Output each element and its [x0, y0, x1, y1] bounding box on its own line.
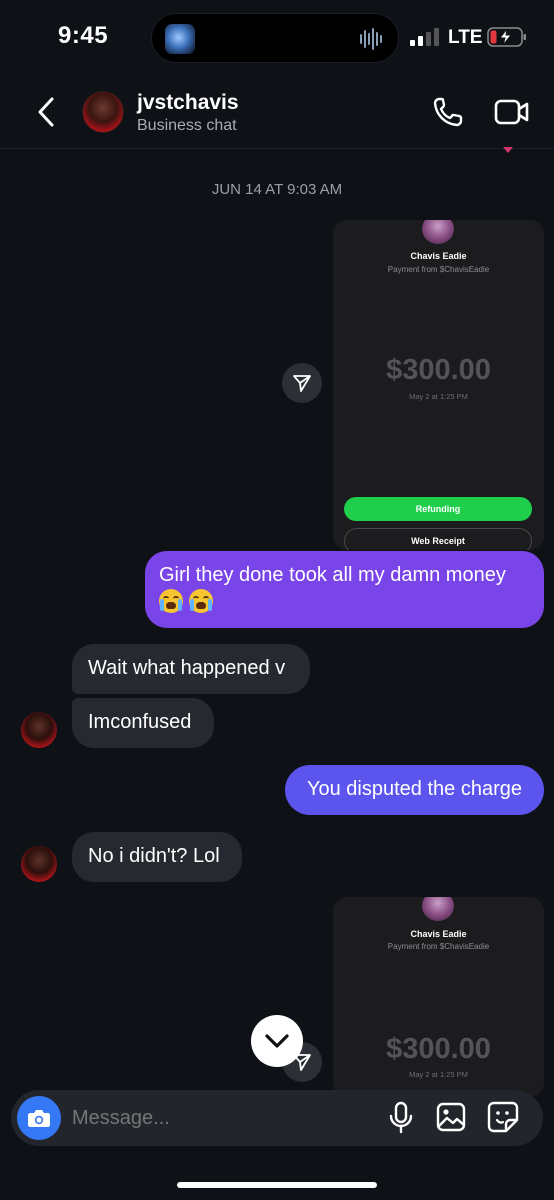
status-time: 9:45 [58, 22, 109, 49]
payment-date: May 2 at 1:25 PM [409, 392, 468, 401]
battery-charging-icon [487, 27, 526, 47]
dynamic-island [151, 13, 399, 63]
payment-source: Payment from $ChavisEadie [387, 265, 490, 274]
crying-face-emoji [189, 589, 213, 613]
cellular-signal-icon [410, 28, 439, 46]
incoming-message[interactable]: Imconfused [72, 698, 214, 748]
message-text: Girl they done took all my damn money [159, 564, 506, 586]
payer-avatar [422, 220, 454, 244]
crying-face-emoji [159, 589, 183, 613]
outgoing-message[interactable]: You disputed the charge [285, 765, 544, 815]
video-call-icon[interactable] [494, 97, 530, 127]
scroll-to-bottom-button[interactable] [251, 1015, 303, 1067]
home-indicator [177, 1182, 377, 1188]
payment-receipt-card[interactable]: Chavis Eadie Payment from $ChavisEadie $… [333, 220, 544, 550]
header-divider [0, 148, 554, 149]
activity-indicator [503, 147, 513, 153]
back-chevron-icon[interactable] [34, 96, 58, 128]
payment-date: May 2 at 1:25 PM [409, 1070, 468, 1079]
message-text: You disputed the charge [307, 778, 522, 800]
contact-avatar[interactable] [82, 91, 124, 133]
message-text: Wait what happened v [88, 657, 286, 679]
payment-receipt-card[interactable]: Chavis Eadie Payment from $ChavisEadie $… [333, 897, 544, 1097]
payment-source: Payment from $ChavisEadie [387, 942, 490, 951]
message-input[interactable] [72, 1104, 372, 1132]
payment-amount: $300.00 [386, 354, 491, 386]
payment-amount: $300.00 [386, 1033, 491, 1065]
chevron-down-icon [265, 1034, 289, 1048]
send-icon [293, 375, 311, 392]
incoming-message[interactable]: Wait what happened v [72, 644, 310, 694]
contact-subtitle: Business chat [137, 117, 237, 134]
sender-avatar[interactable] [21, 712, 57, 748]
audio-waveform-icon [360, 28, 382, 50]
outgoing-message[interactable]: Girl they done took all my damn money [145, 551, 544, 628]
camera-button[interactable] [17, 1096, 61, 1140]
network-type: LTE [448, 27, 483, 48]
microphone-icon[interactable] [388, 1101, 414, 1135]
now-playing-thumbnail [165, 24, 195, 54]
payer-name: Chavis Eadie [410, 929, 467, 939]
share-button[interactable] [282, 363, 322, 403]
message-text: No i didn't? Lol [88, 845, 220, 867]
gallery-icon[interactable] [436, 1102, 466, 1132]
date-divider: JUN 14 AT 9:03 AM [211, 181, 343, 198]
message-text: Imconfused [88, 711, 192, 733]
phone-icon[interactable] [432, 96, 466, 128]
payer-name: Chavis Eadie [410, 251, 467, 261]
payer-avatar [422, 897, 454, 921]
incoming-message[interactable]: No i didn't? Lol [72, 832, 242, 882]
refunding-button[interactable]: Refunding [344, 497, 532, 521]
camera-icon [28, 1110, 50, 1127]
sender-avatar[interactable] [21, 846, 57, 882]
contact-name[interactable]: jvstchavis [137, 91, 239, 115]
sticker-icon[interactable] [487, 1101, 519, 1133]
web-receipt-button[interactable]: Web Receipt [344, 528, 532, 550]
